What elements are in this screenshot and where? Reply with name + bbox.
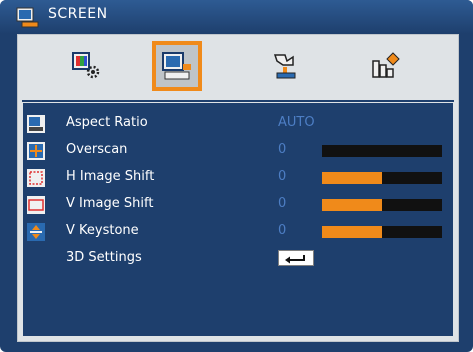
title-bar: SCREEN (0, 0, 473, 34)
tab-options[interactable] (360, 41, 410, 91)
osd-window: SCREEN Aspect Ratio AUTO Overscan 0 H Im… (0, 0, 473, 352)
image-settings-icon (72, 52, 100, 79)
tab-image-settings[interactable] (62, 41, 112, 91)
h-image-shift-label: H Image Shift (66, 169, 155, 184)
setup-icon (273, 54, 296, 79)
tab-bar (18, 35, 458, 95)
menu-panel: Aspect Ratio AUTO Overscan 0 H Image Shi… (17, 34, 459, 342)
v-image-shift-icon (27, 196, 45, 214)
overscan-slider[interactable] (322, 145, 442, 157)
row-h-image-shift[interactable]: H Image Shift 0 (23, 166, 453, 190)
v-keystone-label: V Keystone (66, 223, 139, 238)
aspect-ratio-label: Aspect Ratio (66, 115, 148, 130)
h-image-shift-slider[interactable] (322, 172, 442, 184)
v-keystone-icon (27, 223, 45, 241)
row-v-keystone[interactable]: V Keystone 0 (23, 220, 453, 244)
v-keystone-slider[interactable] (322, 226, 442, 238)
aspect-ratio-icon (27, 115, 45, 133)
screen-icon (162, 52, 191, 80)
aspect-ratio-value[interactable]: AUTO (278, 115, 315, 130)
overscan-label: Overscan (66, 142, 128, 157)
v-keystone-value: 0 (278, 223, 287, 238)
overscan-value: 0 (278, 142, 287, 157)
row-v-image-shift[interactable]: V Image Shift 0 (23, 193, 453, 217)
settings-list: Aspect Ratio AUTO Overscan 0 H Image Shi… (23, 103, 453, 336)
enter-button[interactable] (278, 250, 314, 266)
v-image-shift-slider-fill (322, 199, 382, 211)
overscan-icon (27, 142, 45, 160)
row-3d-settings[interactable]: 3D Settings (23, 247, 453, 271)
v-image-shift-value: 0 (278, 196, 287, 211)
row-aspect-ratio[interactable]: Aspect Ratio AUTO (23, 112, 453, 136)
tab-screen[interactable] (152, 41, 202, 91)
h-image-shift-value: 0 (278, 169, 287, 184)
3d-settings-label: 3D Settings (66, 250, 142, 265)
row-overscan[interactable]: Overscan 0 (23, 139, 453, 163)
tab-divider (22, 100, 454, 102)
h-image-shift-slider-fill (322, 172, 382, 184)
options-icon (372, 52, 400, 78)
tab-setup[interactable] (260, 41, 310, 91)
v-keystone-slider-fill (322, 226, 382, 238)
v-image-shift-label: V Image Shift (66, 196, 154, 211)
h-image-shift-icon (27, 169, 45, 187)
page-title: SCREEN (48, 6, 108, 22)
enter-arrow-icon (285, 255, 305, 264)
screen-menu-icon (16, 7, 39, 28)
v-image-shift-slider[interactable] (322, 199, 442, 211)
